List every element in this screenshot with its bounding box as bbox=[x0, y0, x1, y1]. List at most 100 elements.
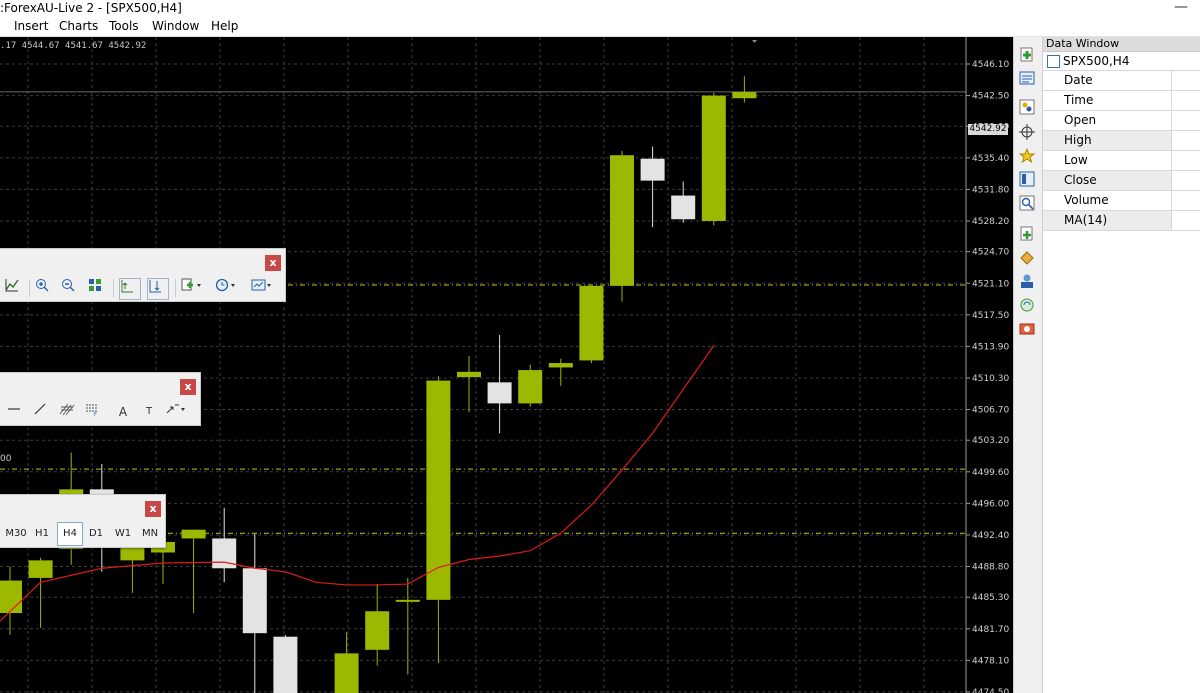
price-axis-label: 4496.00 bbox=[972, 499, 1009, 509]
candle-body bbox=[334, 653, 359, 693]
symbol-label: SPX500,H4 bbox=[1063, 54, 1130, 68]
row-value bbox=[1171, 131, 1200, 150]
menu-help[interactable]: Help bbox=[211, 17, 238, 35]
line-chart-icon[interactable] bbox=[5, 278, 25, 298]
fibo-levels-icon[interactable]: F bbox=[85, 402, 105, 422]
row-value bbox=[1171, 151, 1200, 170]
fibo-channel-icon[interactable] bbox=[59, 402, 79, 422]
price-axis-label: 4542.50 bbox=[972, 92, 1009, 102]
toolbar-separator bbox=[113, 279, 114, 297]
data-row-high: High bbox=[1043, 131, 1200, 151]
price-axis-label: 4528.20 bbox=[972, 217, 1009, 227]
timeframe-h4[interactable]: H4 bbox=[57, 522, 83, 546]
chart-toolbar: x bbox=[0, 248, 286, 302]
drawing-toolbar: x F A T bbox=[0, 372, 201, 426]
price-axis-label: 4546.10 bbox=[972, 60, 1009, 70]
row-value bbox=[1171, 71, 1200, 90]
chart-symbol-icon bbox=[1047, 55, 1060, 68]
chart-shift-icon[interactable] bbox=[119, 278, 141, 300]
price-axis-label: 4481.70 bbox=[972, 625, 1009, 635]
candle-body bbox=[732, 92, 757, 99]
price-axis-label: 4535.40 bbox=[972, 154, 1009, 164]
data-row-indicator: f MA(14) bbox=[1043, 211, 1200, 231]
timeframe-w1[interactable]: W1 bbox=[111, 523, 135, 545]
timeframe-d1[interactable]: D1 bbox=[85, 523, 107, 545]
favorites-icon[interactable] bbox=[1017, 147, 1037, 168]
price-axis-label: 4524.70 bbox=[972, 248, 1009, 258]
left-edge-label: 00 bbox=[0, 454, 12, 464]
candle-body bbox=[28, 560, 53, 578]
menu-insert[interactable]: Insert bbox=[14, 17, 48, 35]
timeframe-h1[interactable]: H1 bbox=[31, 523, 53, 545]
menu-tools[interactable]: Tools bbox=[109, 17, 139, 35]
zoom-out-icon[interactable] bbox=[61, 278, 81, 298]
candle-body bbox=[701, 95, 726, 221]
menu-window[interactable]: Window bbox=[152, 17, 199, 35]
arrows-icon[interactable] bbox=[165, 402, 191, 422]
menu-charts[interactable]: Charts bbox=[59, 17, 98, 35]
navigator-icon[interactable] bbox=[1017, 99, 1037, 119]
close-icon[interactable]: x bbox=[180, 379, 196, 395]
price-axis-label: 4499.60 bbox=[972, 468, 1009, 478]
close-icon[interactable]: x bbox=[265, 255, 281, 271]
candle-body bbox=[273, 636, 298, 693]
candle-body bbox=[181, 529, 206, 539]
tile-windows-icon[interactable] bbox=[88, 278, 108, 298]
row-label: Time bbox=[1064, 93, 1094, 107]
data-window-title: Data Window bbox=[1043, 37, 1200, 52]
close-icon[interactable]: x bbox=[145, 501, 161, 517]
indicators-icon[interactable] bbox=[181, 278, 207, 298]
candle-body bbox=[640, 158, 665, 181]
text-icon[interactable]: A bbox=[113, 402, 133, 422]
tag-icon[interactable] bbox=[1017, 249, 1037, 269]
data-window: Data Window SPX500,H4 Date Time Open Hig… bbox=[1043, 37, 1200, 693]
new-order-icon[interactable] bbox=[1017, 47, 1037, 67]
timeframe-m30[interactable]: M30 bbox=[3, 523, 29, 545]
vps-icon[interactable] bbox=[1017, 321, 1037, 341]
candle-body bbox=[0, 580, 22, 614]
trendline-icon[interactable] bbox=[33, 402, 53, 422]
row-value bbox=[1171, 191, 1200, 210]
signals-icon[interactable] bbox=[1017, 273, 1037, 293]
candle-body bbox=[518, 370, 543, 404]
templates-icon[interactable] bbox=[251, 278, 277, 298]
news-icon[interactable] bbox=[1017, 297, 1037, 317]
text-label-icon[interactable]: T bbox=[139, 402, 159, 422]
price-axis-label: 4474.50 bbox=[972, 688, 1009, 693]
candle-body bbox=[548, 363, 573, 368]
data-row-volume: Volume bbox=[1043, 191, 1200, 211]
price-axis-label: 4510.30 bbox=[972, 374, 1009, 384]
market-watch-icon[interactable] bbox=[1017, 70, 1037, 90]
candle-body bbox=[242, 568, 267, 634]
auto-scroll-icon[interactable] bbox=[147, 278, 169, 300]
candle-body bbox=[457, 371, 481, 378]
data-row-time: Time bbox=[1043, 91, 1200, 111]
terminal-icon[interactable] bbox=[1017, 171, 1037, 191]
timeframes-toolbar: x M30 H1 H4 D1 W1 MN bbox=[0, 494, 166, 548]
row-label: High bbox=[1043, 131, 1171, 150]
row-label: MA(14) bbox=[1043, 211, 1171, 230]
strategy-tester-icon[interactable] bbox=[1017, 195, 1037, 215]
zoom-in-icon[interactable] bbox=[35, 278, 55, 298]
chart-window[interactable]: 4546.104542.504539.004535.404531.804528.… bbox=[0, 37, 1013, 693]
price-axis-label: 4506.70 bbox=[972, 406, 1009, 416]
ohlc-readout: .17 4544.67 4541.67 4542.92 bbox=[0, 41, 147, 51]
periodicity-icon[interactable] bbox=[215, 278, 241, 298]
price-chart[interactable]: 4546.104542.504539.004535.404531.804528.… bbox=[0, 37, 1013, 693]
candle-body bbox=[487, 382, 512, 404]
hline-icon[interactable] bbox=[7, 402, 27, 422]
row-value bbox=[1171, 111, 1200, 130]
new-chart-icon[interactable] bbox=[1017, 226, 1037, 246]
row-label: Close bbox=[1043, 171, 1171, 190]
row-value bbox=[1171, 171, 1200, 190]
row-label: Low bbox=[1064, 153, 1088, 167]
candle-body bbox=[365, 611, 390, 650]
crosshair-icon[interactable] bbox=[1017, 124, 1037, 144]
current-price-tag: 4542.92 bbox=[968, 124, 1008, 135]
data-row-open: Open bbox=[1043, 111, 1200, 131]
price-axis-label: 4503.20 bbox=[972, 436, 1009, 446]
candle-body bbox=[610, 155, 634, 286]
timeframe-mn[interactable]: MN bbox=[139, 523, 161, 545]
minimize-button[interactable]: — bbox=[1174, 0, 1188, 14]
price-axis-label: 4478.10 bbox=[972, 656, 1009, 666]
